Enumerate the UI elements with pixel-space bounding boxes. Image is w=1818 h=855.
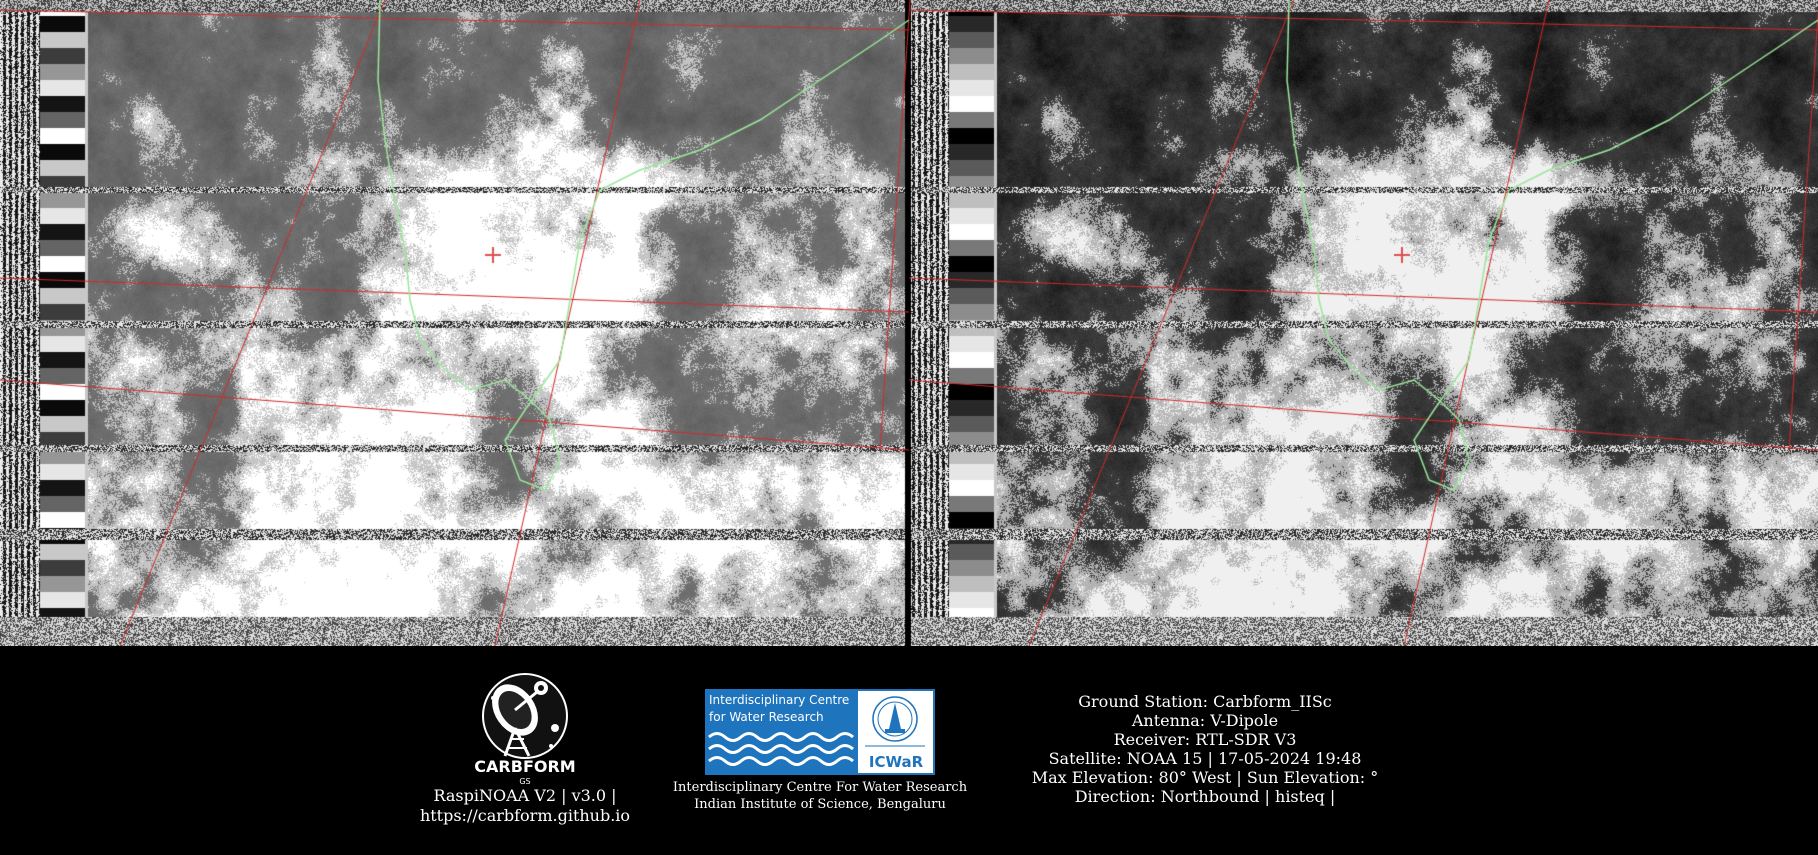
carbform-url: https://carbform.github.io — [419, 806, 631, 825]
receiver-text: Receiver: RTL-SDR V3 — [1113, 730, 1297, 749]
ground-station-text: Ground Station: Carbform_IISc — [1078, 692, 1332, 711]
icwar-logo-acronym: ICWaR — [869, 753, 924, 771]
icwar-name: Interdisciplinary Centre For Water Resea… — [672, 780, 968, 795]
raspinoaa-version: RaspiNOAA V2 | v3.0 | — [433, 786, 617, 805]
footer-panel: CARBFORM GS RaspiNOAA V2 | v3.0 | https:… — [0, 646, 1818, 855]
icwar-credit: Interdisciplinary Centre for Water Resea… — [660, 689, 980, 813]
satellite-text: Satellite: NOAA 15 | 17-05-2024 19:48 — [1048, 749, 1362, 768]
elevation-text: Max Elevation: 80° West | Sun Elevation:… — [1031, 768, 1379, 787]
station-info: Ground Station: Carbform_IISc Antenna: V… — [990, 692, 1420, 806]
iisc-name: Indian Institute of Science, Bengaluru — [694, 797, 946, 812]
antenna-text: Antenna: V-Dipole — [1131, 711, 1279, 730]
carbform-logo-text: CARBFORM — [475, 757, 575, 776]
carbform-credit: CARBFORM GS RaspiNOAA V2 | v3.0 | https:… — [400, 668, 650, 826]
direction-text: Direction: Northbound | histeq | — [1074, 787, 1336, 806]
carbform-logo-subtext: GS — [519, 777, 530, 786]
icwar-logo: Interdisciplinary Centre for Water Resea… — [705, 689, 935, 775]
carbform-logo: CARBFORM GS — [475, 673, 575, 786]
icwar-logo-title-2: for Water Research — [709, 710, 824, 724]
satellite-imagery — [0, 0, 1818, 646]
icwar-logo-title-1: Interdisciplinary Centre — [709, 693, 849, 707]
